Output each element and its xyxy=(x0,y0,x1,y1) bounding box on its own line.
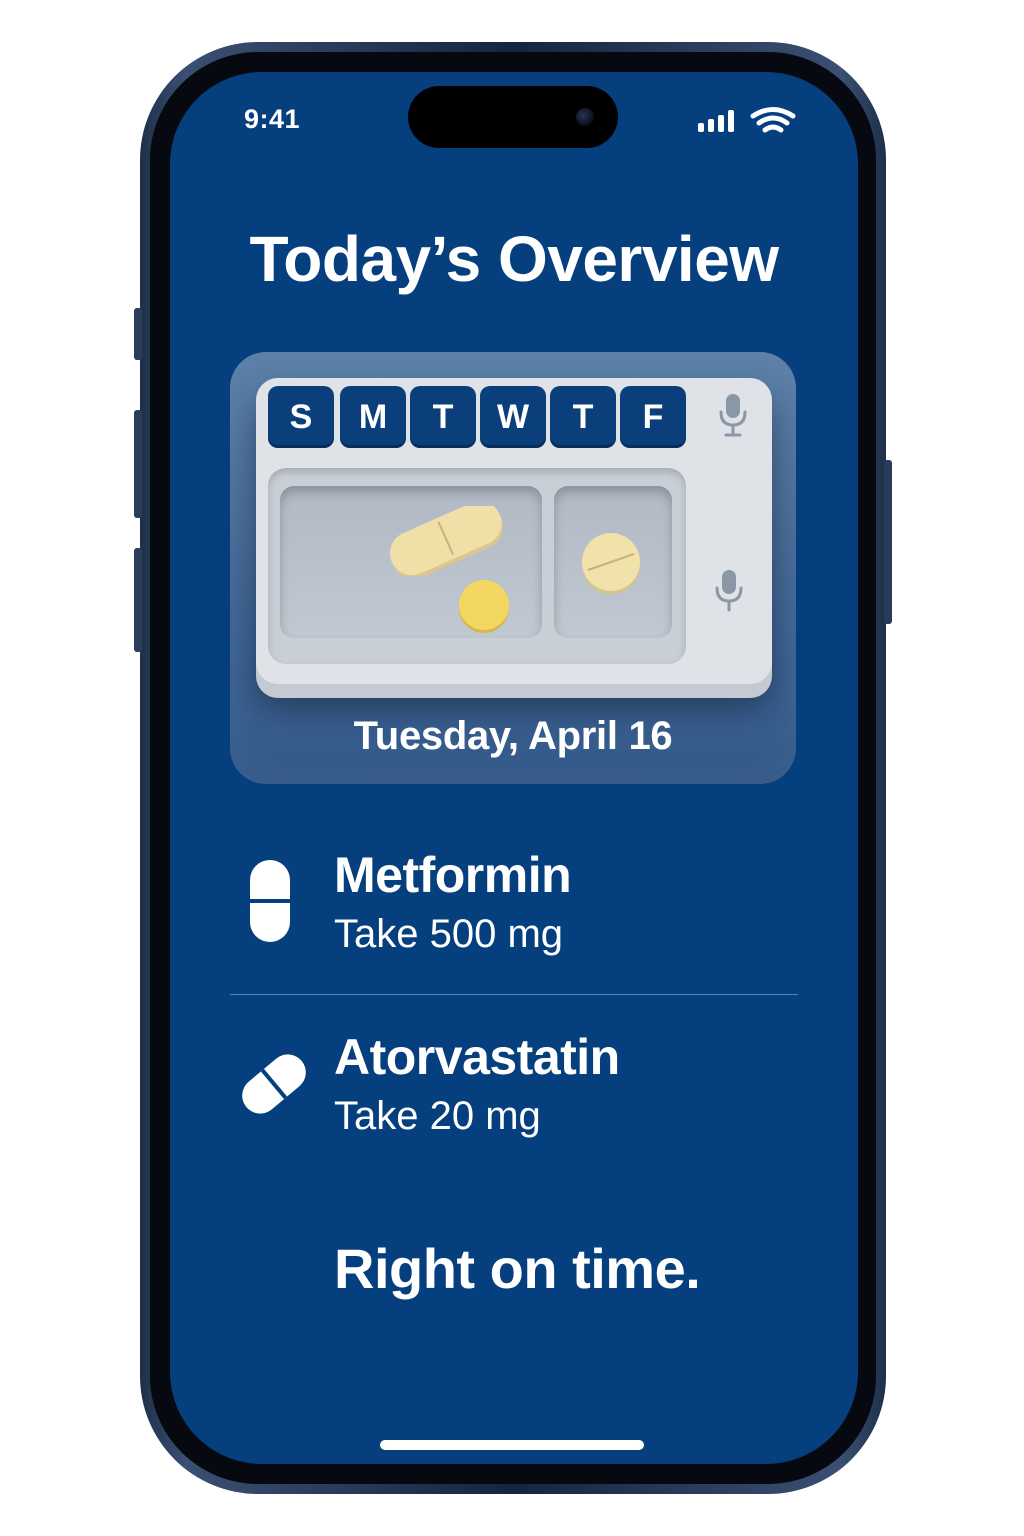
medication-dose: Take 20 mg xyxy=(334,1094,541,1138)
page-title: Today’s Overview xyxy=(249,223,779,295)
pill-organizer: S M T W T F xyxy=(256,378,772,684)
volume-up-button xyxy=(134,410,142,518)
status-time: 9:41 xyxy=(244,104,301,134)
front-camera-icon xyxy=(576,108,594,126)
cellular-signal-icon xyxy=(698,110,738,132)
medication-row-metformin[interactable]: Metformin Take 500 mg xyxy=(230,842,796,972)
medication-name: Metformin xyxy=(334,847,572,903)
pill-tray xyxy=(268,468,686,664)
medication-row-atorvastatin[interactable]: Atorvastatin Take 20 mg xyxy=(230,1024,796,1154)
microphone-icon[interactable] xyxy=(716,392,750,438)
day-key-monday[interactable]: M xyxy=(340,386,406,448)
volume-down-button xyxy=(134,548,142,652)
microphone-icon[interactable] xyxy=(712,568,746,614)
wifi-icon xyxy=(750,107,796,133)
pill-organizer-card[interactable]: S M T W T F Tuesday, April 16 xyxy=(230,352,796,784)
action-button xyxy=(134,308,142,360)
pill-icon xyxy=(242,1054,306,1114)
day-key-tuesday[interactable]: T xyxy=(410,386,476,448)
day-key-thursday[interactable]: T xyxy=(550,386,616,448)
tagline: Right on time. xyxy=(334,1237,701,1300)
home-indicator[interactable] xyxy=(380,1440,644,1450)
round-pill-cream-icon xyxy=(582,533,640,594)
capsule-icon xyxy=(250,860,290,942)
medication-dose: Take 500 mg xyxy=(334,912,564,956)
medication-name: Atorvastatin xyxy=(334,1029,620,1085)
round-pill-yellow-icon xyxy=(459,580,509,633)
day-key-friday[interactable]: F xyxy=(620,386,686,448)
day-key-sunday[interactable]: S xyxy=(268,386,334,448)
day-key-wednesday[interactable]: W xyxy=(480,386,546,448)
power-button xyxy=(884,460,892,624)
dynamic-island xyxy=(408,86,618,148)
current-date: Tuesday, April 16 xyxy=(353,714,673,758)
screen: 9:41 Today’s Overview S M T W T F Tuesda… xyxy=(170,72,858,1464)
divider xyxy=(230,994,798,995)
oblong-pill-icon xyxy=(389,506,504,576)
